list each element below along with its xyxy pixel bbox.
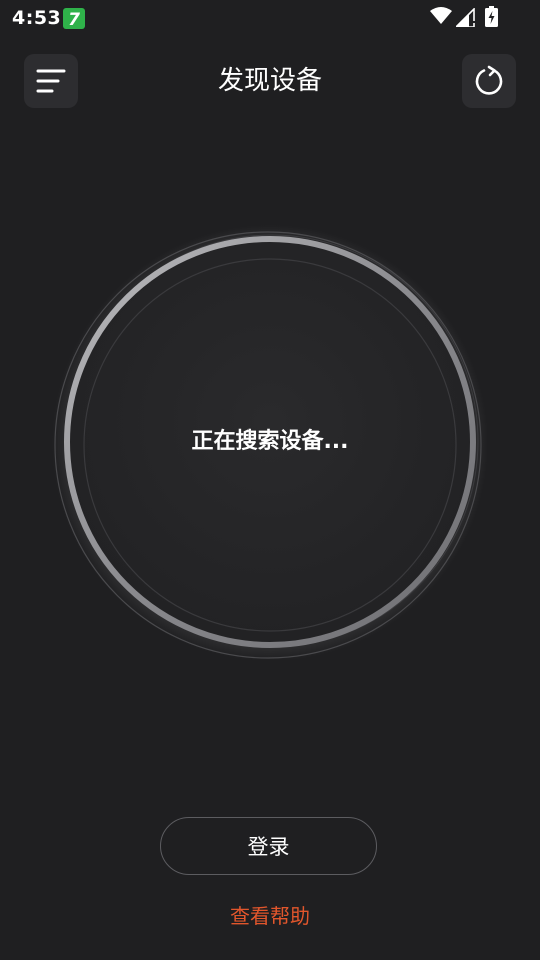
wifi-icon — [430, 7, 452, 24]
login-button[interactable]: 登录 — [160, 817, 377, 875]
discover-devices-screen: 4:53 7 发现设备 正在搜索设备... 登录 查看帮助 — [0, 0, 540, 960]
app-notification-icon: 7 — [63, 8, 85, 29]
refresh-icon — [475, 65, 503, 95]
refresh-button[interactable] — [462, 54, 516, 108]
help-link[interactable]: 查看帮助 — [0, 900, 540, 932]
notification-badge-text: 7 — [68, 10, 80, 29]
search-status-text: 正在搜索设备... — [191, 429, 349, 454]
page-title: 发现设备 — [217, 66, 322, 96]
status-time: 4:53 — [12, 7, 62, 29]
battery-charging-icon — [485, 6, 498, 27]
status-bar: 4:53 7 — [0, 0, 540, 36]
signal-icon — [456, 8, 476, 27]
